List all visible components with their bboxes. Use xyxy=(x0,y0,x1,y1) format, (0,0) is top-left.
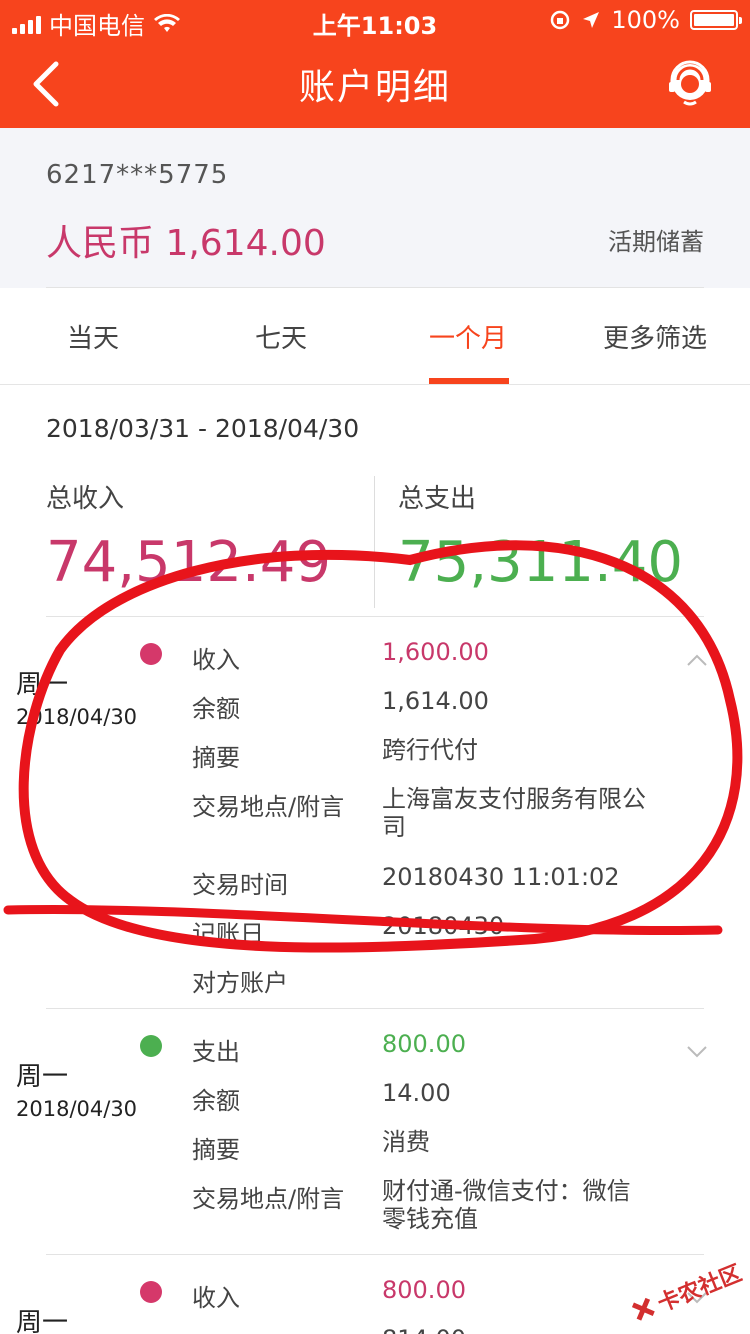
account-type: 活期储蓄 xyxy=(608,228,704,256)
tab-more-filters[interactable]: 更多筛选 xyxy=(580,318,730,355)
battery-percent: 100% xyxy=(611,6,680,34)
row-label: 余额 xyxy=(192,1327,240,1334)
active-tab-indicator xyxy=(429,378,509,384)
nav-bar: 账户明细 xyxy=(0,40,750,128)
row-label: 记账日 xyxy=(192,920,264,948)
summary-divider xyxy=(374,476,375,608)
account-header: 6217***5775 人民币 1,614.00 活期储蓄 xyxy=(0,128,750,288)
account-balance: 人民币 1,614.00 xyxy=(46,223,326,264)
transaction-date: 2018/04/30 xyxy=(16,705,138,729)
row-value: 上海富友支付服务有限公司 xyxy=(382,785,646,841)
income-dot xyxy=(140,643,162,665)
row-label: 交易地点/附言 xyxy=(192,1185,345,1213)
location-arrow-icon xyxy=(583,12,600,28)
total-expense-value: 75,311.40 xyxy=(398,530,684,595)
row-value: 20180430 11:01:02 xyxy=(382,863,620,891)
page-title: 账户明细 xyxy=(298,67,451,108)
row-label: 交易时间 xyxy=(192,871,288,899)
row-label: 收入 xyxy=(192,1284,240,1312)
total-income-label: 总收入 xyxy=(46,484,125,514)
row-value: 1,600.00 xyxy=(382,638,489,666)
row-label: 摘要 xyxy=(192,744,240,772)
total-income-value: 74,512.49 xyxy=(46,530,332,595)
row-value: 20180430 xyxy=(382,912,505,940)
transaction-weekday: 周一 xyxy=(16,1062,69,1092)
tab-one-month[interactable]: 一个月 xyxy=(393,318,543,355)
expense-dot xyxy=(140,1035,162,1057)
row-label: 支出 xyxy=(192,1038,240,1066)
transaction-item[interactable]: 周一 2018/04/30 收入 1,600.00 余额 1,614.00 摘要… xyxy=(0,616,750,1008)
row-value: 800.00 xyxy=(382,1030,466,1058)
transaction-item[interactable]: 周一 2018/04/30 支出 800.00 余额 14.00 摘要 消费 交… xyxy=(0,1008,750,1254)
row-value: 14.00 xyxy=(382,1079,451,1107)
row-label: 余额 xyxy=(192,695,240,723)
rotation-lock-icon xyxy=(551,10,570,30)
chevron-down-icon[interactable] xyxy=(686,1045,708,1059)
transaction-weekday: 周一 xyxy=(16,1308,69,1334)
tab-seven-days[interactable]: 七天 xyxy=(206,318,356,355)
row-label: 收入 xyxy=(192,646,240,674)
row-value: 跨行代付 xyxy=(382,736,478,764)
transaction-weekday: 周一 xyxy=(16,670,69,700)
total-expense-label: 总支出 xyxy=(398,484,477,514)
row-value: 消费 xyxy=(382,1128,430,1156)
income-dot xyxy=(140,1281,162,1303)
row-value: 财付通-微信支付：微信零钱充值 xyxy=(382,1177,631,1233)
status-right: 100% xyxy=(549,6,742,34)
customer-service-icon[interactable] xyxy=(664,58,716,110)
tab-today[interactable]: 当天 xyxy=(18,318,168,355)
account-number: 6217***5775 xyxy=(46,160,229,190)
date-range: 2018/03/31 - 2018/04/30 xyxy=(46,414,360,443)
transaction-date: 2018/04/30 xyxy=(16,1097,138,1121)
status-bar: 中国电信 上午11:03 100% xyxy=(0,0,750,40)
row-label: 对方账户 xyxy=(192,969,288,997)
row-value: 1,614.00 xyxy=(382,687,489,715)
row-value: 814.00 xyxy=(382,1325,652,1334)
row-label: 摘要 xyxy=(192,1136,240,1164)
battery-icon xyxy=(690,10,742,30)
chevron-up-icon[interactable] xyxy=(686,653,708,667)
row-value: 800.00 xyxy=(382,1276,466,1304)
row-label: 交易地点/附言 xyxy=(192,793,345,821)
period-tabs: 当天 七天 一个月 更多筛选 xyxy=(0,288,750,385)
row-label: 余额 xyxy=(192,1087,240,1115)
